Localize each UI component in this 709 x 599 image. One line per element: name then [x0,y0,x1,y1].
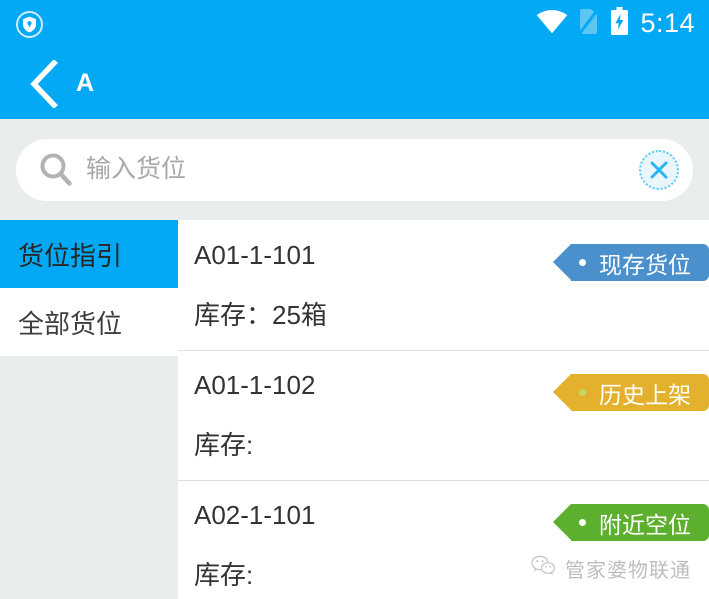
location-stock: 库存：25箱 [194,300,327,330]
sim-disabled-icon [578,7,601,40]
search-input[interactable] [76,155,639,184]
status-bar-left [16,10,43,38]
badge-dot-icon [579,519,586,526]
status-badge: 历史上架 [553,374,709,411]
status-badge: 附近空位 [553,504,709,541]
sidebar-item-label: 货位指引 [18,240,123,271]
app-root: 5:14 A 输入货位 货位指引 全部货位 A01-1-101 库存：25箱 现… [0,0,709,599]
table-row[interactable]: A01-1-102 库存: 历史上架 [178,350,709,480]
status-badge-label: 历史上架 [599,381,691,408]
table-row[interactable]: A02-1-101 库存: 附近空位 [178,480,709,599]
battery-charging-icon [610,7,629,41]
page-title: A [76,69,95,97]
search-box[interactable] [16,138,693,201]
app-bar: A [0,48,709,119]
status-badge-label: 附近空位 [599,511,691,538]
sidebar-filler [0,356,178,599]
badge-dot-icon [579,389,586,396]
table-row[interactable]: A01-1-101 库存：25箱 现存货位 [178,220,709,350]
badge-dot-icon [579,259,586,266]
location-list: A01-1-101 库存：25箱 现存货位 A01-1-102 库存: 历史上架… [178,220,709,599]
back-chevron-icon[interactable] [22,59,66,109]
location-stock: 库存: [194,430,254,460]
sidebar: 货位指引 全部货位 [0,220,178,599]
status-badge: 现存货位 [553,244,709,281]
location-stock: 库存: [194,560,254,590]
sidebar-item-location-guide[interactable]: 货位指引 [0,220,178,288]
close-circle-icon[interactable] [639,149,679,190]
status-bar-right: 5:14 [536,7,695,41]
status-bar-clock: 5:14 [640,7,695,38]
search-bar-container [0,119,709,220]
search-icon [36,150,76,190]
sidebar-item-label: 全部货位 [18,308,123,339]
wifi-icon [536,9,568,39]
status-badge-label: 现存货位 [599,251,691,278]
sidebar-item-all-locations[interactable]: 全部货位 [0,288,178,356]
content-area: 货位指引 全部货位 A01-1-101 库存：25箱 现存货位 A01-1-10… [0,220,709,599]
shield-icon [16,10,43,38]
status-bar: 5:14 [0,0,709,48]
